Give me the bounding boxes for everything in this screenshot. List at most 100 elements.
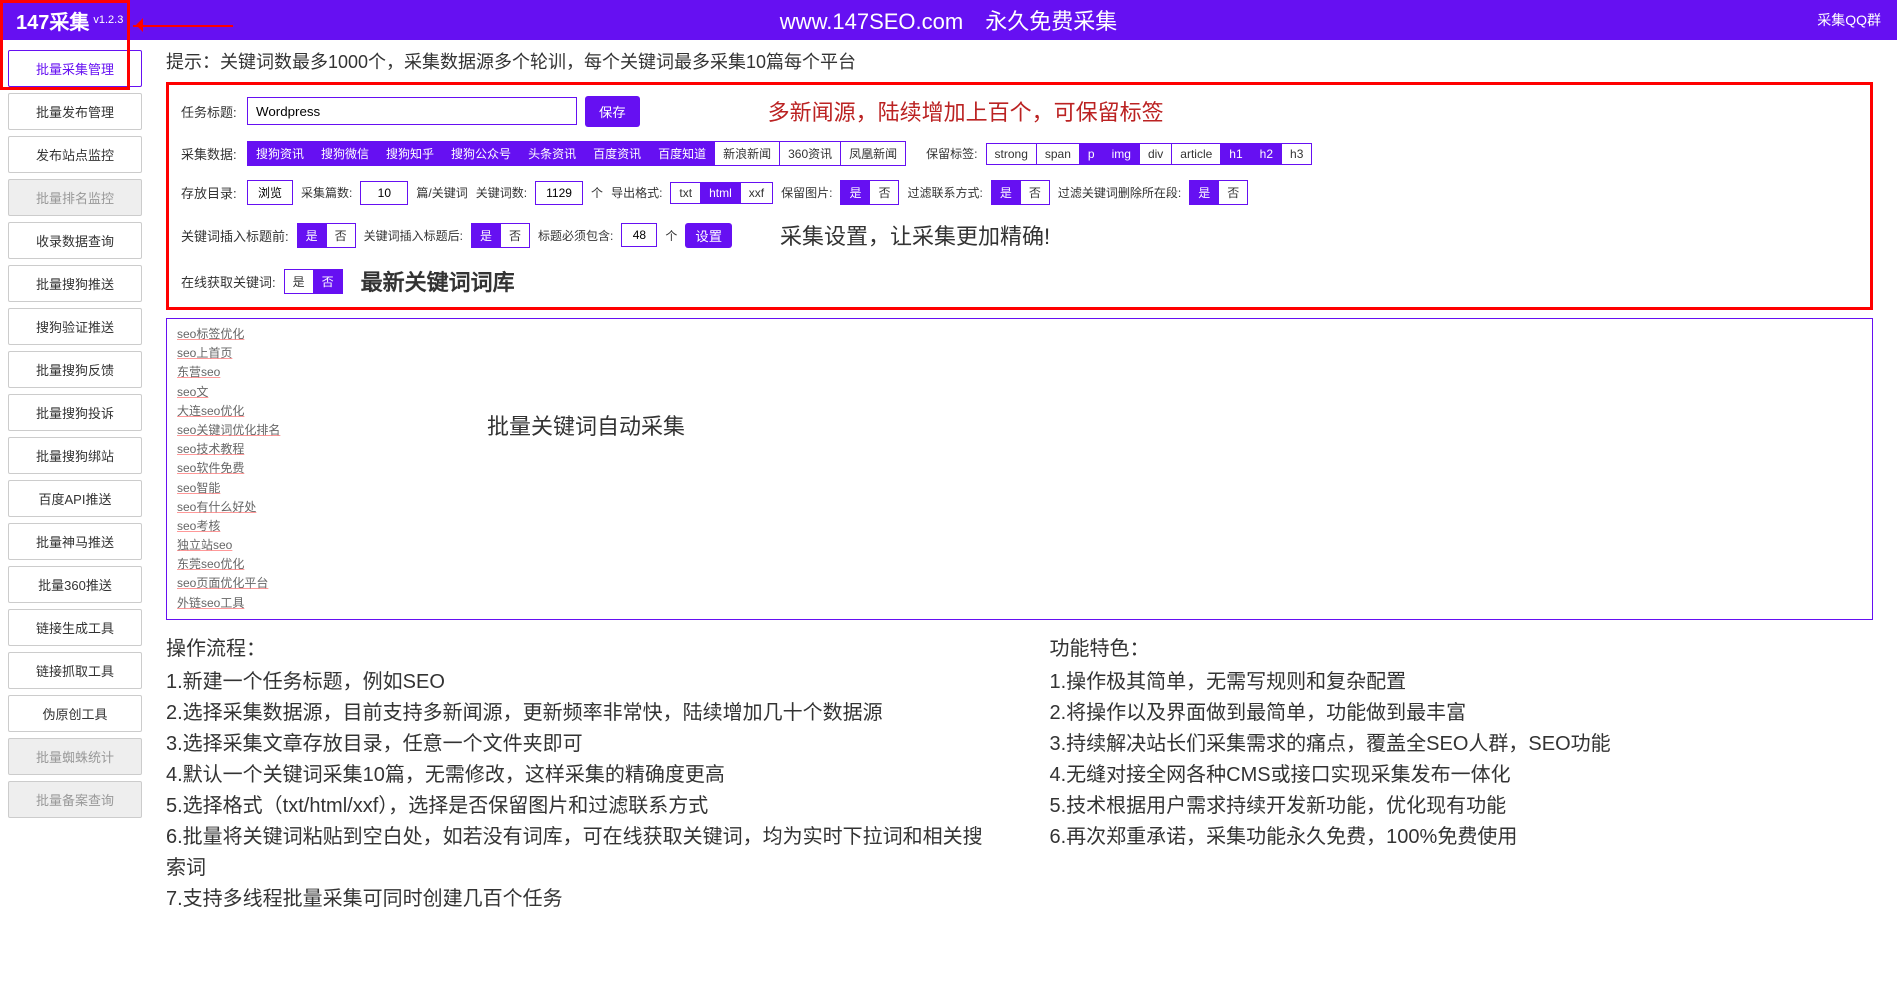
keepimg-pill-是[interactable]: 是 [840, 180, 870, 205]
per-kw-input[interactable] [360, 181, 408, 205]
sidebar-item-2[interactable]: 发布站点监控 [8, 136, 142, 173]
source-pill-搜狗公众号[interactable]: 搜狗公众号 [443, 141, 520, 166]
sidebar-item-9[interactable]: 批量搜狗绑站 [8, 437, 142, 474]
feature-line: 1.操作极其简单，无需写规则和复杂配置 [1050, 667, 1874, 698]
source-pill-搜狗资讯[interactable]: 搜狗资讯 [247, 141, 313, 166]
tag-pill-article[interactable]: article [1172, 143, 1221, 165]
tag-pill-strong[interactable]: strong [986, 143, 1037, 165]
keyword-item: seo技术教程 [177, 440, 1862, 459]
source-pill-凤凰新闻[interactable]: 凤凰新闻 [841, 141, 906, 166]
save-button[interactable]: 保存 [585, 96, 640, 127]
keyword-item: seo关键词优化排名 [177, 421, 1862, 440]
export-fmt-label: 导出格式: [611, 184, 662, 201]
source-pill-头条资讯[interactable]: 头条资讯 [520, 141, 585, 166]
kw-after-title-label: 关键词插入标题后: [364, 227, 463, 244]
onlinekw-pill-否[interactable]: 否 [314, 269, 343, 294]
keyword-item: seo智能 [177, 479, 1862, 498]
filter-kw-section-label: 过滤关键词删除所在段: [1058, 184, 1181, 201]
filter-kw-section-group: 是否 [1189, 180, 1248, 205]
keyword-item: seo页面优化平台 [177, 574, 1862, 593]
keep-img-label: 保留图片: [781, 184, 832, 201]
tag-pill-p[interactable]: p [1080, 143, 1104, 165]
qq-group-link[interactable]: 采集QQ群 [1817, 10, 1881, 30]
sidebar-item-10[interactable]: 百度API推送 [8, 480, 142, 517]
sidebar-item-5[interactable]: 批量搜狗推送 [8, 265, 142, 302]
sidebar-item-6[interactable]: 搜狗验证推送 [8, 308, 142, 345]
kw-count-input[interactable] [535, 181, 583, 205]
features-column: 功能特色： 1.操作极其简单，无需写规则和复杂配置2.将操作以及界面做到最简单，… [1050, 634, 1874, 915]
fmt-pill-txt[interactable]: txt [670, 182, 701, 204]
task-title-input[interactable] [247, 97, 577, 125]
process-title: 操作流程： [166, 634, 990, 665]
sidebar-item-13[interactable]: 链接生成工具 [8, 609, 142, 646]
per-kw-label: 采集篇数: [301, 184, 352, 201]
sidebar-item-17: 批量备案查询 [8, 781, 142, 818]
fcontact-pill-是[interactable]: 是 [991, 180, 1021, 205]
fkwsec-pill-是[interactable]: 是 [1189, 180, 1219, 205]
source-pill-搜狗知乎[interactable]: 搜狗知乎 [378, 141, 443, 166]
sidebar-item-1[interactable]: 批量发布管理 [8, 93, 142, 130]
sidebar-item-15[interactable]: 伪原创工具 [8, 695, 142, 732]
kwbf-pill-否[interactable]: 否 [327, 223, 356, 248]
app-version: v1.2.3 [93, 14, 123, 26]
tag-pill-h1[interactable]: h1 [1221, 143, 1251, 165]
source-pill-搜狗微信[interactable]: 搜狗微信 [313, 141, 378, 166]
app-header: 147采集 v1.2.3 www.147SEO.com 永久免费采集 采集QQ群 [0, 0, 1897, 40]
feature-line: 3.持续解决站长们采集需求的痛点，覆盖全SEO人群，SEO功能 [1050, 729, 1874, 760]
process-line: 5.选择格式（txt/html/xxf），选择是否保留图片和过滤联系方式 [166, 791, 990, 822]
fmt-pill-html[interactable]: html [701, 182, 741, 204]
source-pill-百度资讯[interactable]: 百度资讯 [585, 141, 650, 166]
bottom-columns: 操作流程： 1.新建一个任务标题，例如SEO2.选择采集数据源，目前支持多新闻源… [166, 634, 1873, 915]
tag-pill-h3[interactable]: h3 [1282, 143, 1312, 165]
sidebar-item-14[interactable]: 链接抓取工具 [8, 652, 142, 689]
kw-before-title-label: 关键词插入标题前: [181, 226, 289, 245]
onlinekw-pill-是[interactable]: 是 [284, 269, 314, 294]
header-center-text: www.147SEO.com 永久免费采集 [780, 4, 1117, 36]
keyword-item: seo考核 [177, 517, 1862, 536]
source-pill-360资讯[interactable]: 360资讯 [780, 141, 841, 166]
source-pill-新浪新闻[interactable]: 新浪新闻 [715, 141, 780, 166]
keyword-item: seo标签优化 [177, 325, 1862, 344]
sidebar-item-7[interactable]: 批量搜狗反馈 [8, 351, 142, 388]
sidebar-item-8[interactable]: 批量搜狗投诉 [8, 394, 142, 431]
kw-before-title-group: 是否 [297, 223, 356, 248]
fkwsec-pill-否[interactable]: 否 [1219, 180, 1248, 205]
feature-line: 5.技术根据用户需求持续开发新功能，优化现有功能 [1050, 791, 1874, 822]
task-title-label: 任务标题: [181, 102, 239, 121]
process-line: 1.新建一个任务标题，例如SEO [166, 667, 990, 698]
sidebar-item-4[interactable]: 收录数据查询 [8, 222, 142, 259]
feature-line: 2.将操作以及界面做到最简单，功能做到最丰富 [1050, 698, 1874, 729]
browse-button[interactable]: 浏览 [247, 180, 293, 205]
title-must-set-button[interactable]: 设置 [685, 223, 732, 248]
keyword-item: seo有什么好处 [177, 498, 1862, 517]
kw-count-label: 关键词数: [476, 184, 527, 201]
kwaf-pill-是[interactable]: 是 [471, 223, 501, 248]
keepimg-pill-否[interactable]: 否 [870, 180, 899, 205]
tag-pill-img[interactable]: img [1104, 143, 1140, 165]
sources-label: 采集数据: [181, 144, 239, 163]
fcontact-pill-否[interactable]: 否 [1021, 180, 1050, 205]
sidebar-item-0[interactable]: 批量采集管理 [8, 50, 142, 87]
settings-box: 任务标题: 保存 多新闻源，陆续增加上百个，可保留标签 采集数据: 搜狗资讯搜狗… [166, 82, 1873, 310]
sidebar-item-12[interactable]: 批量360推送 [8, 566, 142, 603]
kwaf-pill-否[interactable]: 否 [501, 223, 530, 248]
keyword-item: seo软件免费 [177, 459, 1862, 478]
save-dir-label: 存放目录: [181, 183, 239, 202]
app-title: 147采集 [16, 6, 89, 35]
sidebar-item-3: 批量排名监控 [8, 179, 142, 216]
kw-count-unit: 个 [591, 184, 603, 201]
source-pill-百度知道[interactable]: 百度知道 [650, 141, 715, 166]
sidebar-item-16: 批量蜘蛛统计 [8, 738, 142, 775]
tag-pill-h2[interactable]: h2 [1252, 143, 1282, 165]
title-must-input[interactable] [621, 223, 657, 247]
tag-pill-span[interactable]: span [1037, 143, 1080, 165]
tag-pill-div[interactable]: div [1140, 143, 1172, 165]
keywords-textarea[interactable]: 批量关键词自动采集 seo标签优化seo上首页东营seoseo文大连seo优化s… [166, 318, 1873, 620]
sidebar-item-11[interactable]: 批量神马推送 [8, 523, 142, 560]
process-line: 2.选择采集数据源，目前支持多新闻源，更新频率非常快，陆续增加几十个数据源 [166, 698, 990, 729]
kwbf-pill-是[interactable]: 是 [297, 223, 327, 248]
keep-img-group: 是否 [840, 180, 899, 205]
red-arrow-icon [133, 14, 233, 37]
fmt-pill-xxf[interactable]: xxf [741, 182, 773, 204]
kw-annotation: 批量关键词自动采集 [487, 409, 685, 444]
